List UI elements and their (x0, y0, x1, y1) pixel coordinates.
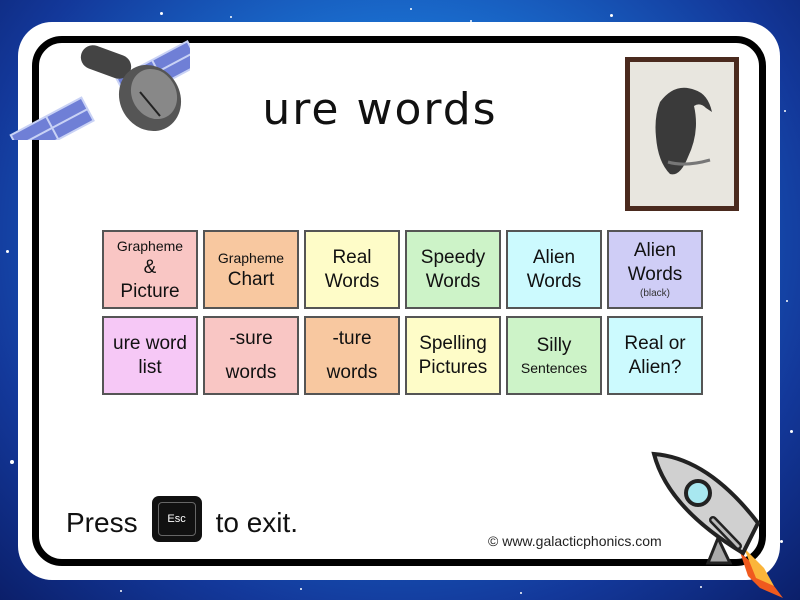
tile-label-line: Words (526, 270, 582, 292)
star (120, 590, 122, 592)
vulture-icon (655, 87, 712, 175)
tile-label-line: -ture (332, 327, 372, 349)
exit-label: to exit. (215, 507, 299, 538)
exit-instruction: Press Esc to exit. (66, 496, 299, 546)
esc-key-button[interactable]: Esc (151, 496, 202, 542)
star (784, 110, 786, 112)
tile-label-line: list (138, 356, 162, 378)
press-label: Press (66, 507, 138, 538)
activity-tile[interactable]: -ture words (304, 316, 400, 395)
activity-tile[interactable]: Grapheme & Picture (102, 230, 198, 309)
activity-tile[interactable]: ure word list (102, 316, 198, 395)
star (10, 460, 14, 464)
tile-label-line: Real or (624, 332, 686, 354)
activity-tile[interactable]: Spelling Pictures (405, 316, 501, 395)
tile-label-line: Real (332, 246, 372, 268)
activity-tile[interactable]: Alien Words (506, 230, 602, 309)
tile-label-line: Alien (532, 246, 576, 268)
star (790, 430, 793, 433)
tile-label-line: Silly (536, 334, 572, 356)
activity-tile[interactable]: -sure words (203, 316, 299, 395)
tile-label-line: Chart (227, 268, 275, 290)
vulture-picture (625, 57, 739, 211)
tile-label-line: Sentences (520, 359, 588, 376)
tile-label-line: Grapheme (116, 237, 184, 254)
activity-tile[interactable]: Real or Alien? (607, 316, 703, 395)
satellite-icon (9, 39, 190, 140)
esc-key-label: Esc (157, 502, 196, 536)
star (520, 592, 522, 594)
tile-label-line: Speedy (420, 246, 486, 268)
tile-label-line: & (143, 256, 157, 278)
tile-label-line: words (326, 361, 378, 383)
star (230, 16, 232, 18)
activity-tile[interactable]: Silly Sentences (506, 316, 602, 395)
tile-label-line: (black) (639, 287, 670, 299)
rocket-icon (651, 451, 783, 598)
tile-label-line: Words (627, 263, 683, 285)
tile-label-line: Words (324, 270, 380, 292)
activity-tile[interactable]: Speedy Words (405, 230, 501, 309)
tile-label-line: Pictures (418, 356, 488, 378)
activity-tile[interactable]: Real Words (304, 230, 400, 309)
tile-label-line: -sure (229, 327, 273, 349)
tile-label-line: Words (425, 270, 481, 292)
activity-tile[interactable]: Grapheme Chart (203, 230, 299, 309)
tile-label-line: Alien? (628, 356, 682, 378)
star (6, 250, 9, 253)
star (410, 8, 412, 10)
star (786, 300, 788, 302)
tile-label-line: Spelling (419, 332, 487, 354)
tile-label-line: Picture (120, 280, 180, 302)
tile-label-line: Grapheme (217, 249, 285, 266)
tile-label-line: ure word (113, 332, 187, 354)
activity-tile[interactable]: Alien Words (black) (607, 230, 703, 309)
tile-label-line: Alien (633, 239, 677, 261)
copyright-link[interactable]: © www.galacticphonics.com (488, 533, 662, 549)
tile-label-line: words (225, 361, 277, 383)
star (300, 588, 302, 590)
activity-grid: Grapheme & Picture Grapheme Chart Real Words Sp… (102, 230, 703, 395)
star (610, 14, 613, 17)
